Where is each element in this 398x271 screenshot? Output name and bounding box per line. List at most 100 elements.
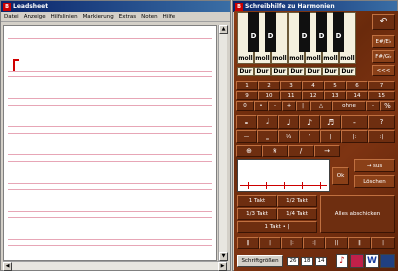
piano-black-key[interactable]: D <box>316 12 327 52</box>
arrow-icon[interactable]: → <box>314 145 340 157</box>
coda-icon[interactable]: ⊕ <box>236 145 262 157</box>
num-button[interactable]: 2 <box>258 81 280 90</box>
minus-button[interactable]: - <box>268 101 282 111</box>
barline-button[interactable]: | <box>371 237 395 249</box>
question-icon[interactable]: ? <box>368 115 395 129</box>
barline-button[interactable]: || <box>325 237 348 249</box>
font-size-field[interactable]: 26 <box>287 257 299 266</box>
scroll-down-icon[interactable]: ▼ <box>219 252 228 261</box>
key-moll-label[interactable]: moll <box>339 55 356 62</box>
word-icon[interactable]: W <box>365 254 379 268</box>
menu-hilfslinien[interactable]: Hilfslinien <box>51 14 78 20</box>
takt-half-button[interactable]: 1/2 Takt <box>277 195 317 207</box>
takt-quarter-button[interactable]: 1/4 Takt <box>277 208 317 220</box>
menu-markierung[interactable]: Markierung <box>83 14 114 20</box>
key-dur-label[interactable]: Dur <box>288 67 305 76</box>
repeat-start-icon[interactable]: |: <box>341 130 368 143</box>
barline-icon[interactable]: | <box>320 130 341 143</box>
sus-button[interactable]: → sus <box>354 159 395 172</box>
image-icon[interactable] <box>350 254 364 268</box>
font-size-field[interactable]: 18 <box>301 257 313 266</box>
num-button[interactable]: 7 <box>368 81 395 90</box>
barline-button[interactable]: :| <box>303 237 325 249</box>
num-button[interactable]: 14 <box>346 91 368 100</box>
dash-button[interactable]: - <box>366 101 380 111</box>
key-moll-label[interactable]: moll <box>305 55 322 62</box>
takt-1-button[interactable]: 1 Takt <box>237 195 277 207</box>
key-moll-label[interactable]: moll <box>288 55 305 62</box>
double-line-icon[interactable]: ‗ <box>257 130 278 143</box>
bar-button[interactable]: | <box>296 101 310 111</box>
piano-black-key[interactable]: D <box>248 12 259 52</box>
schriftgroessen-button[interactable]: Schriftgrößen <box>237 255 283 267</box>
ok-button[interactable]: Ok <box>332 167 349 185</box>
loeschen-button[interactable]: Löschen <box>354 175 395 188</box>
triplet-icon[interactable]: ⅓ <box>278 130 299 143</box>
key-moll-label[interactable]: moll <box>271 55 288 62</box>
triangle-button[interactable]: △ <box>310 101 332 111</box>
menu-extras[interactable]: Extras <box>119 14 136 20</box>
key-dur-label[interactable]: Dur <box>305 67 322 76</box>
key-moll-label[interactable]: moll <box>254 55 271 62</box>
num-button[interactable]: 5 <box>324 81 346 90</box>
sixteenth-note-icon[interactable]: ♬ <box>320 115 341 129</box>
num-button[interactable]: 11 <box>280 91 302 100</box>
whole-note-icon[interactable]: 𝅝 <box>236 115 257 129</box>
key-moll-label[interactable]: moll <box>322 55 339 62</box>
plus-button[interactable]: + <box>282 101 296 111</box>
key-moll-label[interactable]: moll <box>237 55 254 62</box>
f-sharp-button[interactable]: F#/G♭ <box>372 50 395 63</box>
percent-button[interactable]: % <box>380 101 395 111</box>
num-button[interactable]: 0 <box>236 101 254 111</box>
scroll-left-icon[interactable]: ◀ <box>3 262 12 271</box>
export-icon[interactable] <box>380 254 395 268</box>
num-button[interactable]: 12 <box>302 91 324 100</box>
barline-button[interactable]: ‖ <box>237 237 259 249</box>
send-all-button[interactable]: Alles abschicken <box>320 195 395 233</box>
num-button[interactable]: 4 <box>302 81 324 90</box>
ohne-button[interactable]: ohne <box>332 101 366 111</box>
piano-black-key[interactable]: D <box>299 12 310 52</box>
segno-icon[interactable]: 𝄋 <box>262 145 288 157</box>
menu-datei[interactable]: Datei <box>4 14 19 20</box>
scroll-right-icon[interactable]: ▶ <box>218 262 227 271</box>
key-dur-label[interactable]: Dur <box>339 67 356 76</box>
barline-button[interactable]: | <box>259 237 281 249</box>
sheet-canvas[interactable] <box>3 25 217 261</box>
takt-third-button[interactable]: 1/3 Takt <box>237 208 277 220</box>
barline-button[interactable]: |: <box>281 237 303 249</box>
menu-noten[interactable]: Noten <box>141 14 158 20</box>
rest-icon[interactable]: - <box>341 115 368 129</box>
takt-bar-button[interactable]: 1 Takt • | <box>237 221 317 233</box>
num-button[interactable]: 1 <box>236 81 258 90</box>
dot-button[interactable]: • <box>254 101 268 111</box>
undo-button[interactable]: ↶ <box>372 14 395 30</box>
eighth-note-icon[interactable]: ♪ <box>299 115 320 129</box>
vertical-scrollbar[interactable]: ▲ ▼ <box>218 25 228 261</box>
barline-button[interactable]: ‖ <box>348 237 371 249</box>
piano-black-key[interactable]: D <box>265 12 276 52</box>
menu-hilfe[interactable]: Hilfe <box>163 14 176 20</box>
menu-anzeige[interactable]: Anzeige <box>24 14 46 20</box>
back-button[interactable]: <<< <box>372 65 395 76</box>
e-sharp-button[interactable]: E#/E♭ <box>372 35 395 48</box>
key-dur-label[interactable]: Dur <box>254 67 271 76</box>
piano-black-key[interactable]: D <box>333 12 344 52</box>
num-button[interactable]: 6 <box>346 81 368 90</box>
accent-icon[interactable]: ‘ <box>299 130 320 143</box>
slash-icon[interactable]: / <box>288 145 314 157</box>
num-button[interactable]: 9 <box>236 91 258 100</box>
half-note-icon[interactable]: 𝅗𝅥 <box>257 115 278 129</box>
quarter-note-icon[interactable]: ♩ <box>278 115 299 129</box>
font-size-field[interactable]: 14 <box>315 257 327 266</box>
scroll-up-icon[interactable]: ▲ <box>219 25 228 34</box>
key-dur-label[interactable]: Dur <box>322 67 339 76</box>
num-button[interactable]: 15 <box>368 91 395 100</box>
horizontal-scrollbar[interactable]: ◀ ▶ <box>3 261 227 271</box>
leadsheet-titlebar[interactable]: B Leadsheet <box>1 1 230 12</box>
num-button[interactable]: 10 <box>258 91 280 100</box>
tie-icon[interactable]: — <box>236 130 257 143</box>
num-button[interactable]: 13 <box>324 91 346 100</box>
repeat-end-icon[interactable]: :| <box>368 130 395 143</box>
num-button[interactable]: 3 <box>280 81 302 90</box>
